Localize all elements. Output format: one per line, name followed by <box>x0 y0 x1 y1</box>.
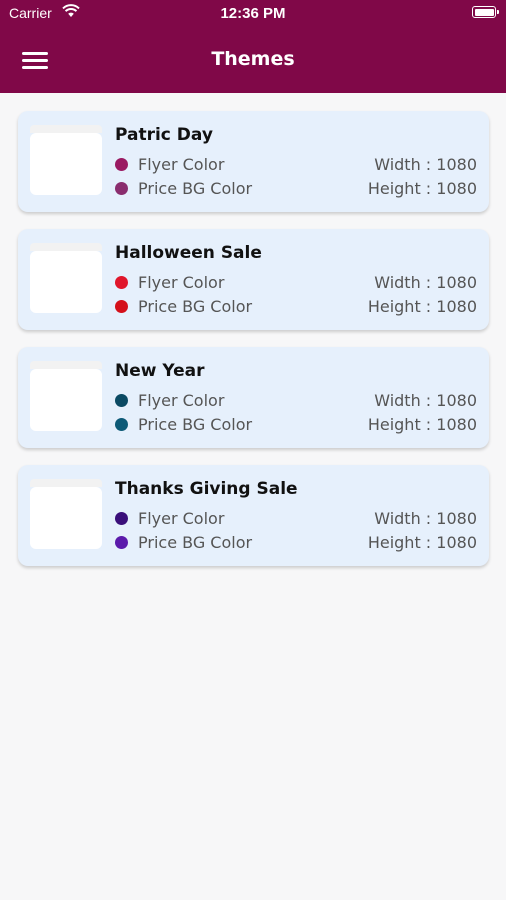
flyer-color-label: Flyer Color <box>138 155 225 174</box>
flyer-color-row: Flyer Color <box>115 273 224 293</box>
theme-card[interactable]: New Year Flyer Color Price BG Color Widt… <box>18 347 489 448</box>
flyer-color-label: Flyer Color <box>138 509 225 528</box>
flyer-color-label: Flyer Color <box>138 391 225 410</box>
flyer-color-label: Flyer Color <box>138 273 225 292</box>
flyer-color-swatch <box>115 276 128 289</box>
theme-name: Thanks Giving Sale <box>115 479 298 499</box>
flyer-color-swatch <box>115 512 128 525</box>
theme-thumbnail-top <box>30 479 102 487</box>
theme-list: Patric Day Flyer Color Price BG Color Wi… <box>18 111 489 583</box>
price-bg-color-label: Price BG Color <box>138 297 253 316</box>
theme-card[interactable]: Thanks Giving Sale Flyer Color Price BG … <box>18 465 489 566</box>
theme-thumbnail <box>30 251 102 313</box>
theme-thumbnail <box>30 487 102 549</box>
price-bg-color-label: Price BG Color <box>138 533 253 552</box>
price-bg-color-label: Price BG Color <box>138 179 253 198</box>
page-title: Themes <box>211 48 295 70</box>
price-bg-color-row: Price BG Color <box>115 415 252 435</box>
flyer-color-row: Flyer Color <box>115 391 224 411</box>
status-bar: Carrier 12:36 PM <box>0 0 506 28</box>
width-value: Width : 1080 <box>374 509 477 528</box>
battery-icon <box>472 6 499 18</box>
height-value: Height : 1080 <box>367 415 477 434</box>
price-bg-color-row: Price BG Color <box>115 533 252 553</box>
width-value: Width : 1080 <box>374 273 477 292</box>
width-value: Width : 1080 <box>374 155 477 174</box>
flyer-color-row: Flyer Color <box>115 509 224 529</box>
price-bg-color-swatch <box>115 536 128 549</box>
price-bg-color-row: Price BG Color <box>115 179 252 199</box>
theme-card[interactable]: Halloween Sale Flyer Color Price BG Colo… <box>18 229 489 330</box>
flyer-color-swatch <box>115 158 128 171</box>
flyer-color-row: Flyer Color <box>115 155 224 175</box>
flyer-color-swatch <box>115 394 128 407</box>
price-bg-color-swatch <box>115 182 128 195</box>
height-value: Height : 1080 <box>367 297 477 316</box>
theme-thumbnail-top <box>30 361 102 369</box>
theme-thumbnail <box>30 133 102 195</box>
theme-name: New Year <box>115 361 205 381</box>
theme-name: Halloween Sale <box>115 243 262 263</box>
width-value: Width : 1080 <box>374 391 477 410</box>
app-bar: Carrier 12:36 PM Themes <box>0 0 506 93</box>
theme-thumbnail <box>30 369 102 431</box>
price-bg-color-row: Price BG Color <box>115 297 252 317</box>
theme-thumbnail-top <box>30 243 102 251</box>
height-value: Height : 1080 <box>367 533 477 552</box>
height-value: Height : 1080 <box>367 179 477 198</box>
theme-card[interactable]: Patric Day Flyer Color Price BG Color Wi… <box>18 111 489 212</box>
status-time: 12:36 PM <box>220 5 286 22</box>
theme-name: Patric Day <box>115 125 213 145</box>
price-bg-color-swatch <box>115 300 128 313</box>
price-bg-color-swatch <box>115 418 128 431</box>
price-bg-color-label: Price BG Color <box>138 415 253 434</box>
theme-thumbnail-top <box>30 125 102 133</box>
